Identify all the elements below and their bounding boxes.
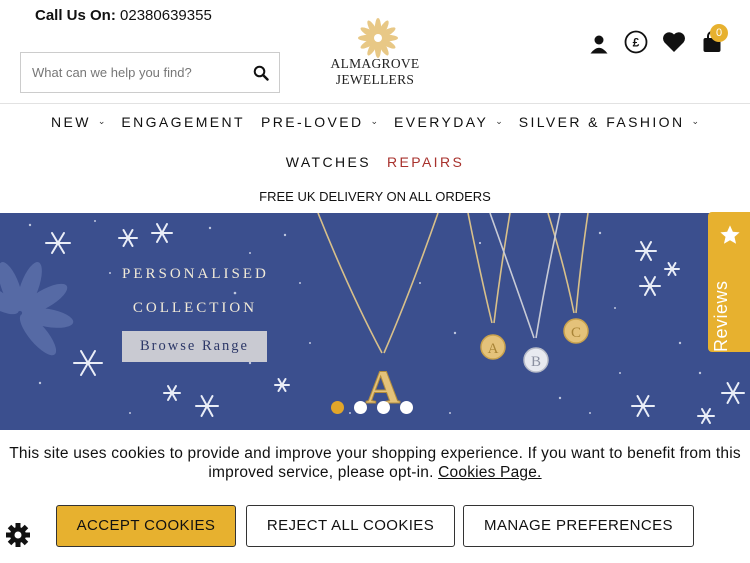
search-bar[interactable] [20,52,280,93]
cookies-page-link[interactable]: Cookies Page. [438,464,541,481]
banner-artwork: A B C A [0,213,745,424]
nav-label: ENGAGEMENT [121,114,245,130]
call-us: Call Us On: 02380639355 [35,7,212,24]
nav-item-watches[interactable]: WATCHES [286,154,371,170]
currency-pound-icon[interactable]: £ [623,29,649,55]
account-icon[interactable] [586,31,612,57]
nav-label: NEW [50,114,91,130]
chevron-down-icon: ⌄ [370,115,379,126]
nav-item-silver-fashion[interactable]: SILVER & FASHION ⌄ [519,114,699,130]
nav-label: REPAIRS [387,154,465,170]
logo-text: ALMAGROVE JEWELLERS [330,56,420,87]
cookie-message: This site uses cookies to provide and im… [9,445,741,481]
nav-item-pre-loved[interactable]: PRE-LOVED ⌄ [261,114,378,130]
nav-label: SILVER & FASHION [518,114,685,130]
phone-number[interactable]: 02380639355 [120,7,212,24]
svg-text:C: C [571,325,581,341]
reviews-label: Reviews [711,280,731,352]
nav-item-everyday[interactable]: EVERYDAY ⌄ [394,114,503,130]
carousel-dot[interactable] [331,401,344,414]
svg-text:B: B [531,354,541,370]
nav-item-new[interactable]: NEW ⌄ [51,114,105,130]
hero-banner[interactable]: A B C A PERSONALISED COLLECTION Browse R… [0,213,750,430]
cookie-message-block: This site uses cookies to provide and im… [0,444,750,482]
header-divider [0,103,750,104]
reviews-tab[interactable]: Reviews [708,212,750,352]
search-icon[interactable] [243,53,279,92]
delivery-promo: FREE UK DELIVERY ON ALL ORDERS [259,189,491,204]
nav-label: EVERYDAY [394,114,489,130]
nav-label: WATCHES [285,154,371,170]
nav-label: PRE-LOVED [260,114,364,130]
carousel-dot[interactable] [400,401,413,414]
chevron-down-icon: ⌄ [97,115,106,126]
call-label: Call Us On: [35,7,116,24]
chevron-down-icon: ⌄ [691,115,700,126]
star-icon [720,225,740,244]
banner-heading-line2: COLLECTION [132,300,258,316]
reject-cookies-button[interactable]: REJECT ALL COOKIES [246,505,455,547]
banner-heading-line1: PERSONALISED [122,266,269,282]
basket-count-badge: 0 [710,24,728,42]
browse-range-button[interactable]: Browse Range [122,331,267,362]
nav-item-repairs[interactable]: REPAIRS [387,154,464,170]
main-nav: NEW ⌄ ENGAGEMENT PRE-LOVED ⌄ EVERYDAY ⌄ SIL… [0,114,750,130]
svg-text:A: A [488,341,499,357]
manage-preferences-button[interactable]: MANAGE PREFERENCES [463,505,694,547]
search-input[interactable] [21,53,243,92]
site-logo[interactable]: ALMAGROVE JEWELLERS [294,18,456,87]
carousel-dot[interactable] [377,401,390,414]
gear-icon[interactable] [5,522,31,548]
svg-text:£: £ [633,36,640,50]
main-nav-row2: WATCHES REPAIRS [0,154,750,170]
carousel-dots [331,401,413,414]
chevron-down-icon: ⌄ [495,115,503,126]
nav-item-engagement[interactable]: ENGAGEMENT [121,114,245,130]
wishlist-heart-icon[interactable] [661,29,687,55]
carousel-dot[interactable] [354,401,367,414]
accept-cookies-button[interactable]: ACCEPT COOKIES [56,505,236,547]
